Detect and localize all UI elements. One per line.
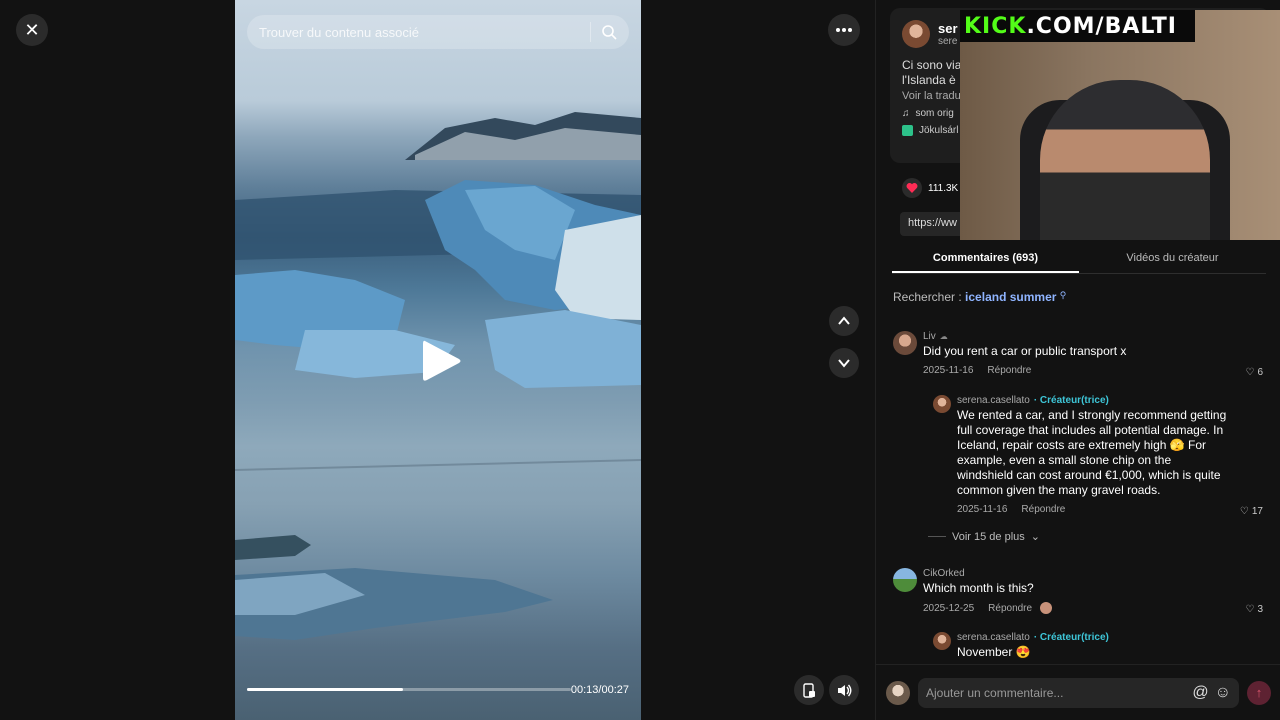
search-divider: [590, 22, 591, 42]
mention-icon[interactable]: @: [1192, 684, 1208, 702]
reply-username[interactable]: serena.casellato: [957, 632, 1030, 643]
current-user-avatar: [886, 680, 910, 705]
comment-username[interactable]: CikOrked: [923, 568, 965, 579]
author-name[interactable]: ser: [938, 21, 958, 36]
kick-url-text: .COM/BALTI: [1026, 13, 1177, 39]
volume-button[interactable]: [829, 675, 859, 705]
reply-like[interactable]: ♡ 17: [1240, 506, 1263, 517]
send-button[interactable]: ↑: [1247, 680, 1271, 705]
comment-date: 2025-11-16: [923, 365, 974, 376]
reply-date: 2025-11-16: [957, 504, 1008, 515]
related-search-prefix: Rechercher :: [893, 290, 962, 304]
more-dots-icon: [836, 28, 852, 32]
comment-item: CikOrked Which month is this? 2025-12-25…: [893, 568, 1263, 615]
speaker-icon: [837, 684, 851, 696]
reply-button[interactable]: Répondre: [987, 365, 1031, 376]
more-replies-line: [928, 536, 946, 537]
play-icon[interactable]: [421, 338, 463, 384]
comment-username[interactable]: Liv: [923, 331, 936, 342]
comment-reply: serena.casellato · Créateur(trice) Novemb…: [933, 632, 1263, 660]
reply-avatar[interactable]: [933, 632, 951, 650]
kick-logo-text: KICK: [964, 13, 1027, 39]
author-handle: sere: [938, 36, 958, 47]
comment-input-placeholder[interactable]: Ajouter un commentaire...: [926, 686, 1186, 700]
emoji-icon[interactable]: ☺: [1215, 684, 1231, 702]
comment-like[interactable]: ♡ 3: [1245, 604, 1263, 615]
search-icon: ⚲: [1059, 290, 1067, 300]
chevron-up-icon: [838, 316, 850, 325]
related-search-bar[interactable]: Trouver du contenu associé: [247, 15, 629, 49]
music-title[interactable]: som orig: [916, 108, 954, 119]
reply-avatar[interactable]: [933, 395, 951, 413]
related-search-suggestion[interactable]: Rechercher : iceland summer ⚲: [893, 290, 1066, 304]
video-time: 00:13/00:27: [570, 684, 629, 696]
comment-date: 2025-12-25: [923, 602, 975, 614]
video-progress-fill: [247, 688, 403, 691]
more-replies-label[interactable]: Voir 15 de plus: [952, 531, 1025, 543]
location-icon: [902, 125, 913, 136]
reply-button[interactable]: Répondre: [1021, 504, 1065, 515]
like-count: 111.3K: [928, 182, 959, 194]
comment-like[interactable]: ♡ 6: [1245, 367, 1263, 378]
chevron-down-icon: ⌄: [1030, 531, 1040, 543]
related-search-keyword[interactable]: iceland summer: [965, 290, 1056, 304]
streamer-figure: [1040, 80, 1210, 240]
comment-like-count: 3: [1257, 604, 1263, 615]
comment-avatar[interactable]: [893, 568, 917, 592]
kick-banner: KICK .COM/BALTI: [960, 10, 1195, 42]
tab-comments[interactable]: Commentaires (693): [892, 246, 1079, 273]
reply-like-count: 17: [1251, 506, 1263, 517]
more-options-button[interactable]: [828, 14, 860, 46]
search-icon[interactable]: [601, 24, 617, 40]
heart-outline-icon: ♡: [1245, 367, 1255, 378]
heart-outline-icon: ♡: [1245, 604, 1255, 615]
picture-in-picture-button[interactable]: [794, 675, 824, 705]
author-avatar[interactable]: [902, 20, 930, 48]
related-search-input[interactable]: Trouver du contenu associé: [259, 25, 590, 40]
comment-like-count: 6: [1257, 367, 1263, 378]
close-icon: ✕: [24, 19, 40, 40]
video-stage: ✕ Trouver du contenu associé 00:13/00:27: [0, 0, 875, 720]
chevron-down-icon: [838, 359, 850, 368]
reply-button[interactable]: Répondre: [988, 603, 1032, 614]
comment-item: Liv ☁ Did you rent a car or public transp…: [893, 331, 1263, 378]
next-video-button[interactable]: [829, 348, 859, 378]
view-more-replies[interactable]: Voir 15 de plus ⌄: [928, 530, 1040, 543]
comment-composer: Ajouter un commentaire... @ ☺ ↑: [876, 664, 1280, 720]
like-button[interactable]: [902, 178, 922, 198]
reply-username[interactable]: serena.casellato: [957, 395, 1030, 406]
comment-text: Which month is this?: [923, 581, 1034, 595]
previous-video-button[interactable]: [829, 306, 859, 336]
reply-text: November 😍: [957, 645, 1031, 659]
arrow-up-icon: ↑: [1255, 685, 1263, 700]
pip-icon: [802, 682, 815, 698]
heart-outline-icon: ♡: [1239, 506, 1249, 517]
close-button[interactable]: ✕: [16, 14, 48, 46]
reply-text: We rented a car, and I strongly recommen…: [957, 408, 1227, 497]
panel-tabs: Commentaires (693) Vidéos du créateur: [892, 246, 1266, 274]
tab-creator-videos[interactable]: Vidéos du créateur: [1079, 246, 1266, 273]
webcam-overlay: KICK .COM/BALTI: [960, 10, 1280, 240]
creator-liked-avatar: [1040, 602, 1053, 614]
music-note-icon: ♫: [902, 108, 910, 119]
video-player[interactable]: Trouver du contenu associé 00:13/00:27: [235, 0, 641, 720]
comment-reply: serena.casellato · Créateur(trice) We ren…: [933, 395, 1263, 517]
heart-icon: [906, 183, 918, 193]
cloud-icon: ☁: [939, 332, 948, 341]
like-row[interactable]: 111.3K: [902, 178, 958, 198]
creator-badge: · Créateur(trice): [1033, 395, 1109, 406]
comment-input[interactable]: Ajouter un commentaire... @ ☺: [918, 677, 1239, 708]
comment-avatar[interactable]: [893, 331, 917, 355]
creator-badge: · Créateur(trice): [1033, 632, 1109, 643]
place-name[interactable]: Jökulsárl: [919, 125, 958, 136]
video-progress-bar[interactable]: [247, 688, 571, 691]
comment-text: Did you rent a car or public transport x: [923, 344, 1127, 358]
